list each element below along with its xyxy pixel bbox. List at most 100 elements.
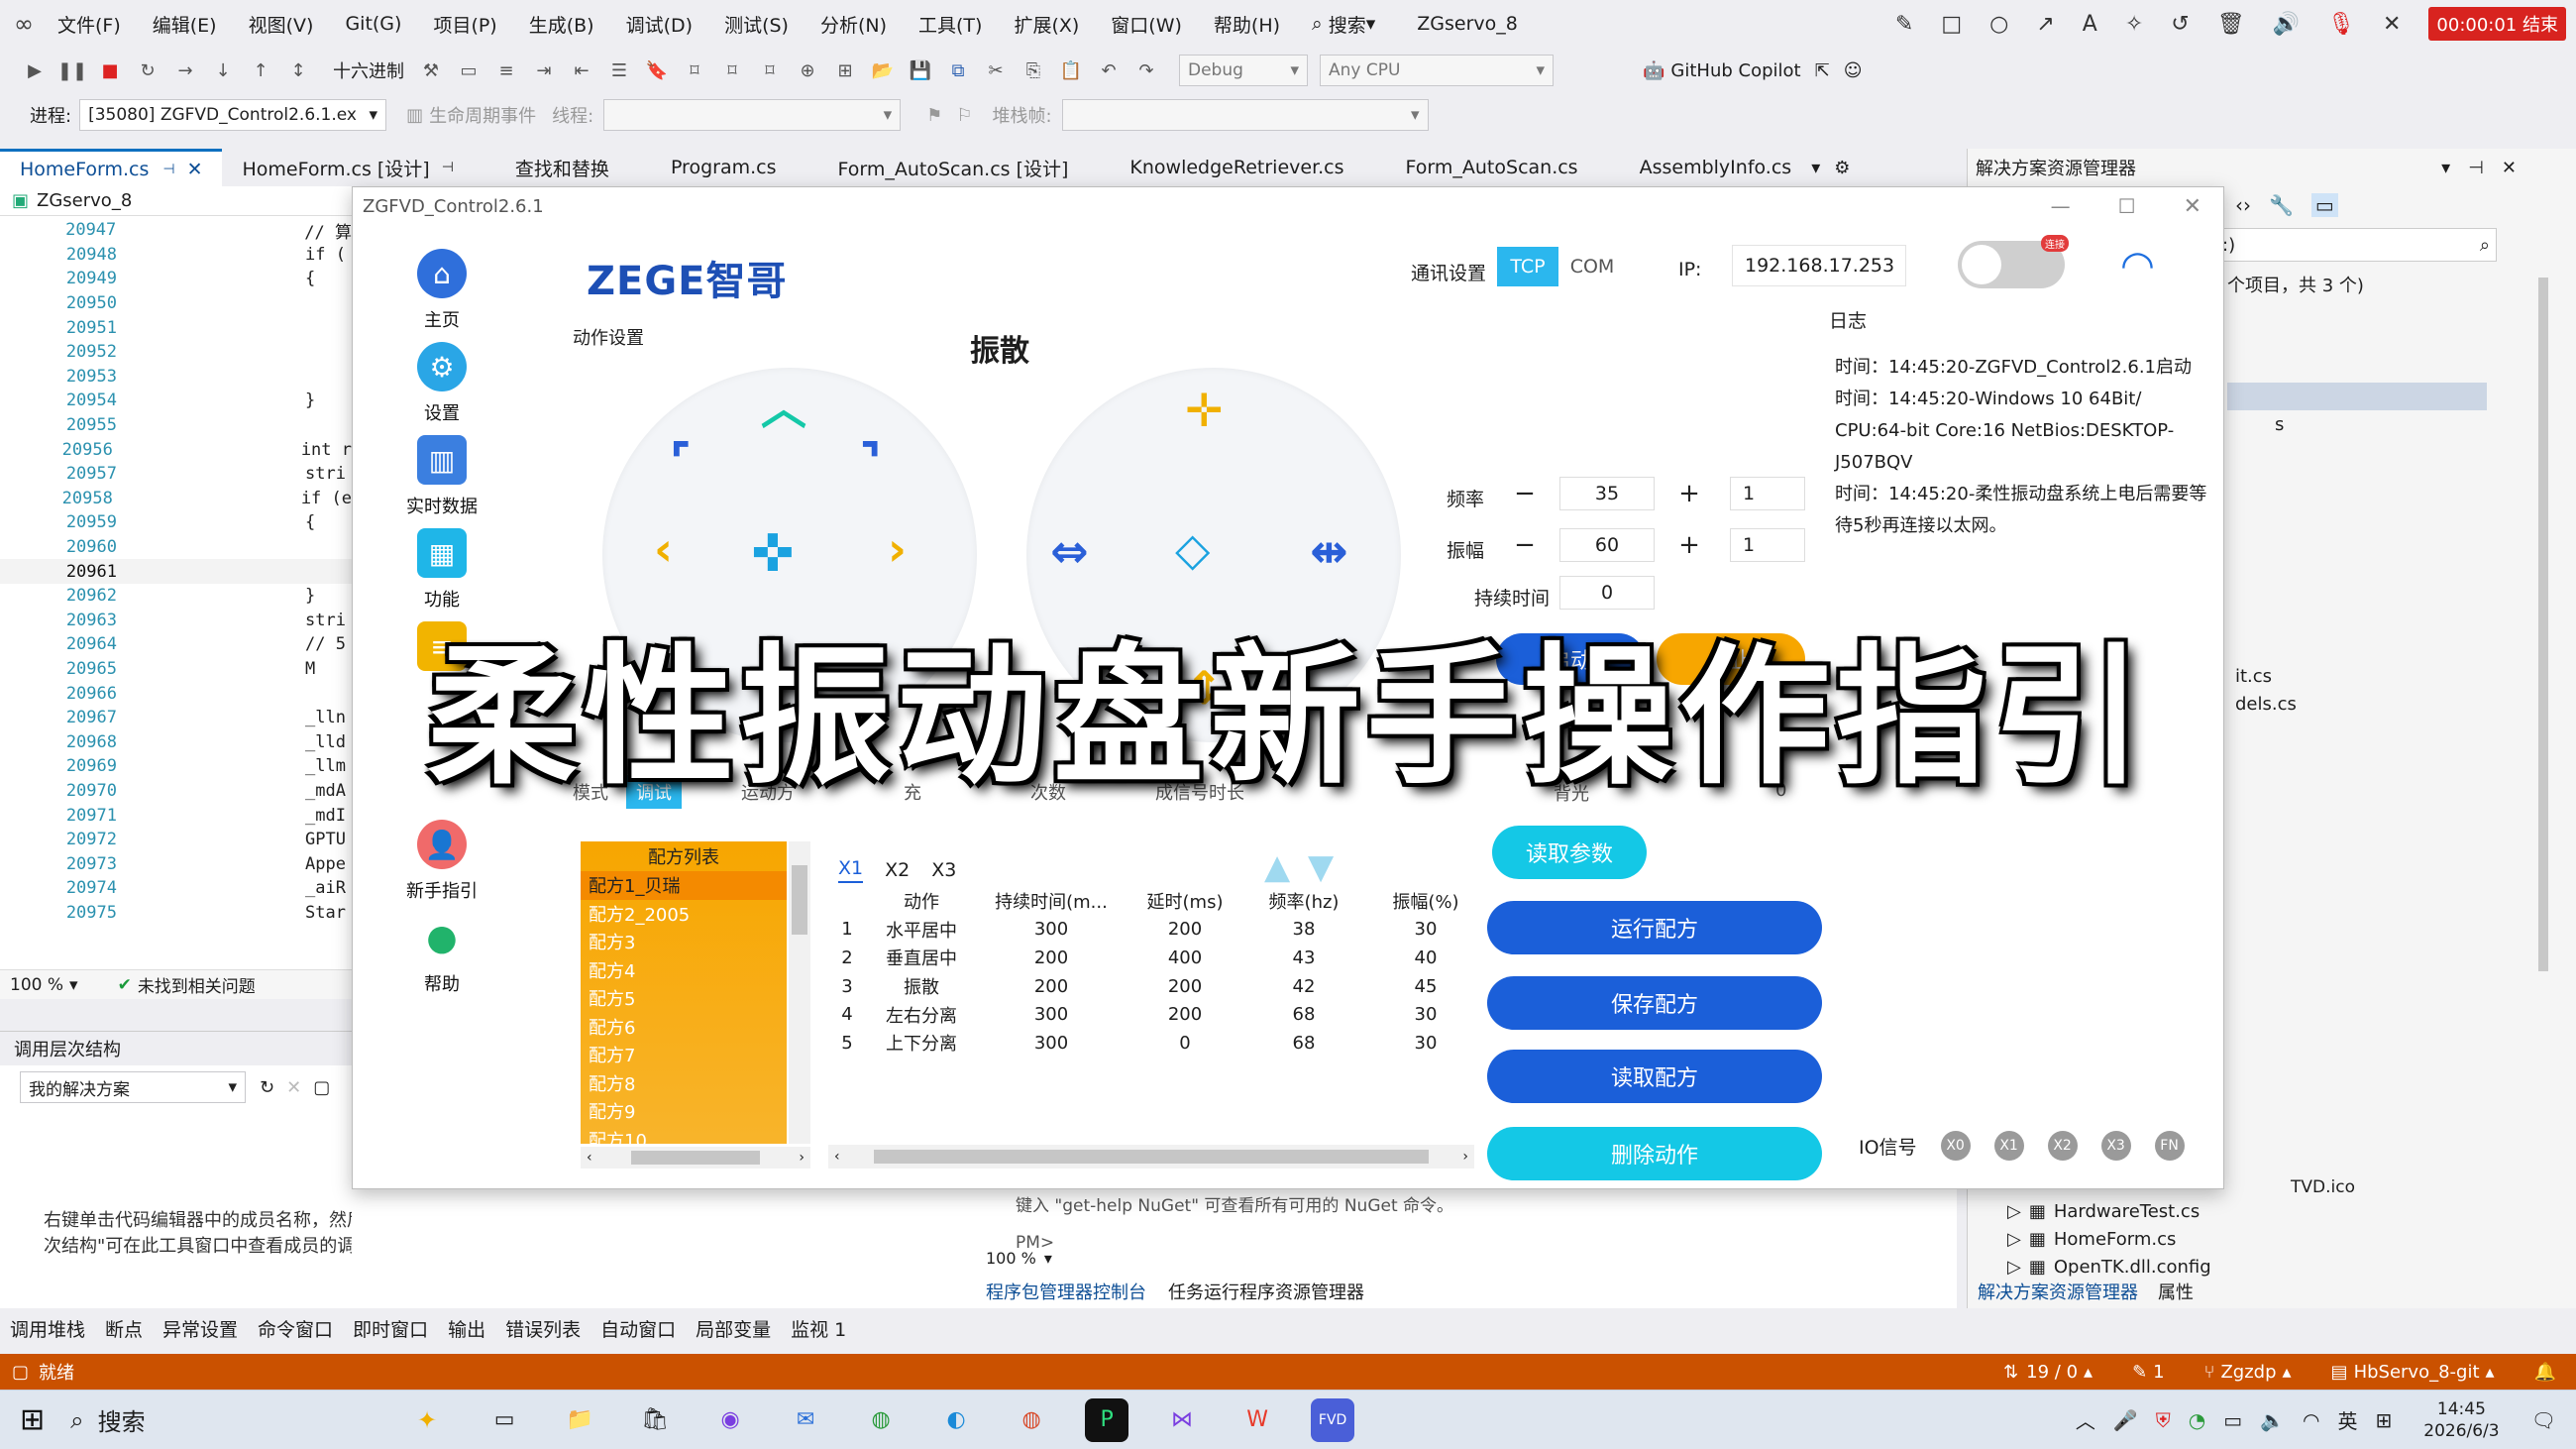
table-hscroll[interactable]: ‹ › — [828, 1145, 1474, 1169]
menu-file[interactable]: 文件(F) — [57, 11, 121, 38]
undo-toolbar-icon[interactable]: ↶ — [1094, 56, 1124, 85]
maximize-icon[interactable]: ☐ — [2118, 194, 2136, 218]
tab-command-window[interactable]: 命令窗口 — [258, 1315, 333, 1342]
wechat-icon[interactable]: ◔ — [2189, 1408, 2205, 1432]
wrench-icon[interactable]: 🔧 — [2269, 193, 2294, 217]
window-layout-icon[interactable]: ▭ — [454, 56, 483, 85]
bookmark-next-icon[interactable]: ⌑ — [717, 56, 747, 85]
edit-count[interactable]: 1 — [2153, 1362, 2164, 1383]
tab-knowledge-retriever[interactable]: KnowledgeRetriever.cs — [1110, 149, 1363, 186]
read-recipe-button[interactable]: 读取配方 — [1487, 1050, 1822, 1103]
search-menu[interactable]: ⌕ 搜索 ▾ — [1312, 11, 1375, 38]
magic-icon[interactable]: ✧ — [2125, 12, 2143, 37]
recipe-item[interactable]: 配方4 — [581, 956, 787, 985]
recipe-item[interactable]: 配方7 — [581, 1041, 787, 1069]
tab-x3[interactable]: X3 — [931, 859, 956, 881]
trash-icon[interactable]: 🗑 — [2217, 12, 2245, 37]
navigate-icon[interactable]: ⊕ — [793, 56, 822, 85]
recipe-item[interactable]: 配方8 — [581, 1069, 787, 1098]
copy-icon[interactable]: ⎘ — [1019, 56, 1048, 85]
nav-beginner-guide[interactable]: 👤 新手指引 — [353, 820, 531, 903]
table-row[interactable]: 1 水平居中 300 200 38 30 — [828, 916, 1488, 945]
configuration-select[interactable]: Debug ▾ — [1179, 55, 1308, 86]
play-icon[interactable]: ▶ — [20, 56, 50, 85]
amplitude-minus-button[interactable]: − — [1508, 528, 1542, 562]
menu-view[interactable]: 视图(V) — [249, 11, 314, 38]
git-sync-icon[interactable]: ⇅ — [2003, 1362, 2018, 1383]
outdent-icon[interactable]: ⇤ — [567, 56, 596, 85]
copy-icon[interactable]: ▢ — [313, 1077, 330, 1098]
move-up-icon[interactable]: ▲ — [1264, 847, 1290, 887]
lifecycle-events[interactable]: 生命周期事件 — [429, 102, 536, 128]
tab-error-list[interactable]: 错误列表 — [505, 1315, 581, 1342]
stop-button[interactable]: 停止 — [1657, 633, 1805, 685]
nav-hidden[interactable]: ≡ — [353, 621, 531, 671]
tab-assemblyinfo[interactable]: AssemblyInfo.cs — [1620, 149, 1812, 186]
code-view-icon[interactable]: ‹› — [2235, 193, 2251, 217]
clock[interactable]: 14:45 2026/6/3 — [2423, 1398, 2499, 1442]
menu-window[interactable]: 窗口(W) — [1111, 11, 1182, 38]
vertical-center-icon[interactable]: ✛ — [1185, 388, 1224, 433]
cut-icon[interactable]: ✂ — [981, 56, 1011, 85]
store-icon[interactable]: 🛍 — [633, 1398, 677, 1442]
move-down-icon[interactable]: ▼ — [1308, 847, 1334, 887]
close-tab-icon[interactable]: ✕ — [187, 159, 203, 180]
save-all-icon[interactable]: ⧉ — [943, 56, 973, 85]
recipe-hscroll[interactable]: ‹ › — [581, 1147, 810, 1169]
stop-icon[interactable]: ■ — [95, 56, 125, 85]
table-row[interactable]: 5 上下分离 300 0 68 30 — [828, 1029, 1488, 1058]
cancel-icon[interactable]: ✕ — [286, 1077, 301, 1098]
duration-input[interactable]: 0 — [1559, 576, 1655, 610]
notification-icon[interactable]: 🔔 — [2534, 1362, 2556, 1383]
horizontal-split-icon[interactable]: ⇔ — [1050, 528, 1089, 574]
recipe-item[interactable]: 配方5 — [581, 984, 787, 1013]
mic-icon[interactable]: 🎤 — [2113, 1408, 2138, 1432]
edit-icon[interactable]: ✎ — [2132, 1362, 2147, 1383]
pycharm-icon[interactable]: P — [1085, 1397, 1129, 1442]
tab-autoscan-cs[interactable]: Form_AutoScan.cs — [1386, 149, 1598, 186]
menu-test[interactable]: 测试(S) — [724, 11, 789, 38]
tab-properties[interactable]: 属性 — [2158, 1279, 2194, 1304]
vertical-split-icon[interactable]: ⇕ — [1185, 665, 1224, 711]
menu-analyze[interactable]: 分析(N) — [820, 11, 887, 38]
input-language[interactable]: 英 — [2337, 1405, 2357, 1434]
git-repo[interactable]: HbServo_8-git — [2354, 1362, 2480, 1383]
bookmark-icon[interactable]: 🔖 — [642, 56, 672, 85]
flag-thread-icon[interactable]: ⚐ — [956, 105, 972, 126]
git-position[interactable]: 19 / 0 — [2026, 1362, 2078, 1383]
horizontal-center-icon[interactable]: ⇹ — [1310, 528, 1348, 574]
arrow-left-icon[interactable]: ‹ — [654, 526, 673, 572]
recipe-item[interactable]: 配方10 — [581, 1126, 787, 1144]
file-explorer-icon[interactable]: 📁 — [558, 1398, 601, 1442]
network-icon[interactable]: ▭ — [2223, 1408, 2242, 1432]
flag-icon[interactable]: ⚑ — [926, 105, 942, 126]
threads-icon[interactable]: ⚒ — [416, 56, 446, 85]
nav-home[interactable]: ⌂ 主页 — [353, 249, 531, 332]
record-timer[interactable]: 00:00:01 结束 — [2428, 7, 2566, 41]
circle-icon[interactable]: ○ — [1989, 12, 2008, 37]
tab-breakpoints[interactable]: 断点 — [105, 1315, 143, 1342]
recipe-item[interactable]: 配方9 — [581, 1097, 787, 1126]
tree-item-opentk[interactable]: ▷ ▦ OpenTK.dll.config — [2007, 1257, 2211, 1277]
wps-icon[interactable]: W — [1235, 1398, 1279, 1442]
tab-homeform-designer[interactable]: HomeForm.cs [设计] ⊣ — [222, 149, 473, 186]
tab-immediate-window[interactable]: 即时窗口 — [353, 1315, 428, 1342]
table-row[interactable]: 3 振散 200 200 42 45 — [828, 972, 1488, 1001]
tab-locals[interactable]: 局部变量 — [696, 1315, 771, 1342]
debug-mode-button[interactable]: 调试 — [626, 775, 682, 809]
visual-studio-icon[interactable]: ⋈ — [1160, 1398, 1204, 1442]
scope-select[interactable]: 我的解决方案 ▾ — [20, 1071, 246, 1103]
tcp-button[interactable]: TCP — [1497, 247, 1558, 286]
ime-icon[interactable]: ⊞ — [2375, 1408, 2392, 1432]
redo-toolbar-icon[interactable]: ↷ — [1131, 56, 1161, 85]
table-row[interactable]: 4 左右分离 300 200 68 30 — [828, 1000, 1488, 1029]
bookmark-clear-icon[interactable]: ⌑ — [755, 56, 785, 85]
start-button[interactable]: 启动 — [1496, 633, 1645, 685]
menu-extensions[interactable]: 扩展(X) — [1014, 11, 1079, 38]
step-out-icon[interactable]: ↑ — [246, 56, 275, 85]
arrow-right-icon[interactable]: › — [888, 526, 907, 572]
wifi-icon[interactable]: ◠ — [2303, 1408, 2319, 1432]
repo-icon[interactable]: ▤ — [2331, 1362, 2348, 1383]
scatter-center-icon[interactable]: ✜ — [751, 528, 795, 580]
pen-icon[interactable]: ✎ — [1895, 12, 1913, 37]
